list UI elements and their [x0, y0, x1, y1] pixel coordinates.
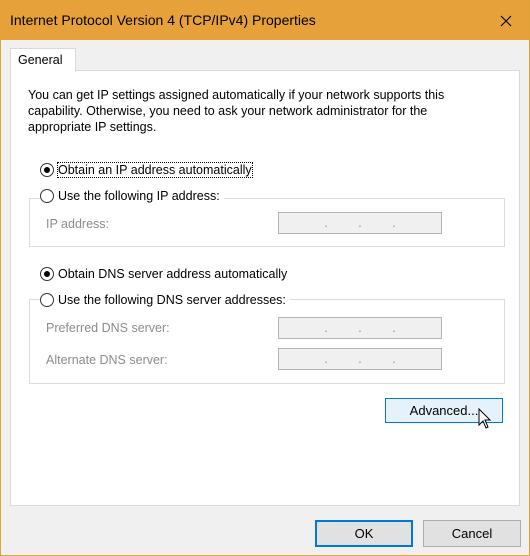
obtain-dns-auto-radio[interactable]: Obtain DNS server address automatically [40, 265, 292, 283]
window-title: Internet Protocol Version 4 (TCP/IPv4) P… [10, 12, 316, 28]
general-panel: You can get IP settings assigned automat… [10, 70, 520, 506]
radio-circle-checked [40, 267, 54, 281]
description-text: You can get IP settings assigned automat… [28, 88, 445, 134]
ip-dot: . [392, 216, 396, 230]
advanced-button-label: Advanced... [409, 403, 479, 418]
cancel-button-label: Cancel [451, 526, 493, 541]
close-button[interactable] [483, 1, 529, 40]
cancel-button[interactable]: Cancel [423, 520, 521, 547]
obtain-ip-auto-radio[interactable]: Obtain an IP address automatically [40, 161, 256, 179]
ip-address-input[interactable]: . . . [278, 212, 442, 234]
use-following-dns-label: Use the following DNS server addresses: [58, 293, 286, 307]
radio-circle [40, 189, 54, 203]
radio-circle-checked [40, 163, 54, 177]
mouse-cursor-icon [478, 408, 492, 429]
ip-dot: . [392, 321, 396, 335]
radio-circle [40, 293, 54, 307]
properties-dialog: Internet Protocol Version 4 (TCP/IPv4) P… [0, 0, 530, 556]
ok-button[interactable]: OK [315, 520, 413, 547]
ip-dot: . [358, 352, 362, 366]
ip-address-label: IP address: [46, 217, 110, 231]
use-following-ip-label: Use the following IP address: [58, 189, 220, 203]
ip-dot: . [324, 352, 328, 366]
ip-dot: . [358, 321, 362, 335]
alternate-dns-input[interactable]: . . . [278, 348, 442, 370]
ip-dot: . [392, 352, 396, 366]
ok-button-label: OK [354, 526, 374, 541]
alternate-dns-label: Alternate DNS server: [46, 353, 168, 367]
ip-dot: . [358, 216, 362, 230]
preferred-dns-label: Preferred DNS server: [46, 321, 170, 335]
preferred-dns-input[interactable]: . . . [278, 317, 442, 339]
obtain-dns-auto-label: Obtain DNS server address automatically [58, 267, 288, 281]
title-bar[interactable]: Internet Protocol Version 4 (TCP/IPv4) P… [1, 1, 529, 40]
ip-dot: . [324, 321, 328, 335]
use-following-dns-radio[interactable]: Use the following DNS server addresses: [40, 291, 290, 309]
tab-general[interactable]: General [10, 48, 76, 72]
ip-dot: . [324, 216, 328, 230]
tab-general-label: General [18, 53, 63, 67]
use-following-ip-radio[interactable]: Use the following IP address: [40, 187, 224, 205]
close-icon [500, 15, 512, 26]
obtain-ip-auto-label: Obtain an IP address automatically [57, 162, 253, 178]
dns-group [29, 299, 505, 384]
